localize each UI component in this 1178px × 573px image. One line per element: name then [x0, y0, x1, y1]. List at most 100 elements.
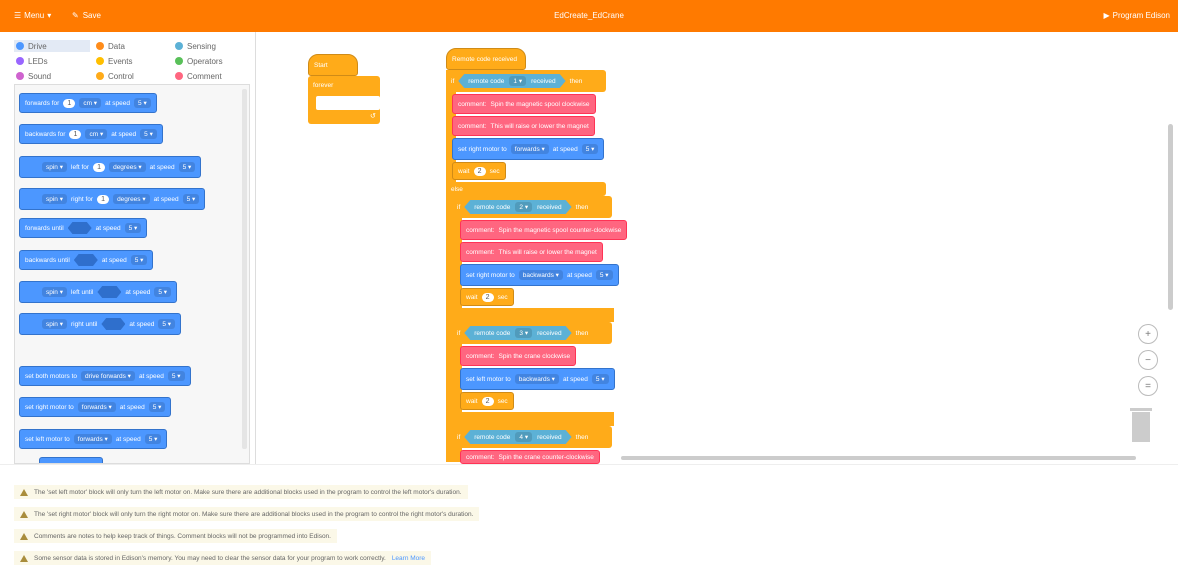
speed-dropdown[interactable]: 5 ▾	[154, 287, 172, 297]
spin-dropdown[interactable]: spin ▾	[42, 287, 68, 297]
speed-dropdown[interactable]: 5 ▾	[595, 270, 613, 280]
speed-dropdown[interactable]: 5 ▾	[130, 255, 148, 265]
spin-dropdown[interactable]: spin ▾	[42, 162, 68, 172]
comment-block[interactable]: comment: Spin the crane counter-clockwis…	[460, 450, 600, 464]
mode-dropdown[interactable]: backwards ▾	[518, 270, 563, 280]
speed-dropdown[interactable]: 5 ▾	[134, 98, 151, 108]
category-sensing[interactable]: Sensing	[173, 40, 218, 52]
set-right-motor-block[interactable]: set right motor to forwards ▾ at speed 5…	[452, 138, 605, 160]
if-block-4[interactable]: if remote code 4 ▾ received then	[452, 426, 612, 448]
degrees-input[interactable]: 1	[97, 194, 110, 204]
block-spin-left-for[interactable]: spin ▾ left for 1 degrees ▾ at speed 5 ▾	[19, 156, 202, 178]
wait-block[interactable]: wait 2 sec	[460, 288, 514, 306]
remote-code-hat-block[interactable]: Remote code received	[446, 48, 526, 70]
wait-input[interactable]: 2	[473, 166, 486, 176]
category-events[interactable]: Events	[94, 55, 134, 67]
mode-dropdown[interactable]: backwards ▾	[514, 374, 559, 384]
block-forwards-until[interactable]: forwards until at speed 5 ▾	[19, 218, 148, 238]
mode-dropdown[interactable]: drive forwards ▾	[81, 371, 135, 381]
category-drive[interactable]: Drive	[14, 40, 90, 52]
spin-dropdown[interactable]: spin ▾	[42, 194, 68, 204]
if-block-1[interactable]: if remote code 1 ▾ received then	[446, 70, 606, 92]
code-dropdown[interactable]: 2 ▾	[515, 202, 532, 212]
degrees-input[interactable]: 1	[93, 162, 106, 172]
unit-dropdown[interactable]: cm ▾	[79, 98, 102, 108]
block-set-right-motor[interactable]: set right motor to forwards ▾ at speed 5…	[19, 397, 172, 417]
remote-code-condition[interactable]: remote code 4 ▾ received	[464, 430, 571, 444]
trash-icon[interactable]	[1130, 408, 1152, 442]
block-set-left-motor[interactable]: set left motor to forwards ▾ at speed 5 …	[19, 429, 168, 449]
start-hat-block[interactable]: Start	[308, 54, 358, 76]
palette-scrollbar[interactable]	[242, 89, 247, 449]
condition-slot[interactable]	[97, 286, 122, 298]
comment-text[interactable]: Spin the crane counter-clockwise	[499, 454, 594, 461]
category-comment[interactable]: Comment	[173, 70, 224, 82]
speed-dropdown[interactable]: 5 ▾	[581, 144, 599, 154]
speed-dropdown[interactable]: 5 ▾	[158, 319, 176, 329]
comment-block[interactable]: comment: Spin the crane clockwise	[460, 346, 577, 366]
workspace[interactable]: Start forever ↺ Remote code received if …	[256, 32, 1178, 464]
speed-dropdown[interactable]: 5 ▾	[144, 434, 162, 444]
distance-input[interactable]: 1	[63, 98, 76, 108]
block-set-both-motors[interactable]: set both motors to drive forwards ▾ at s…	[19, 366, 191, 386]
unit-dropdown[interactable]: degrees ▾	[109, 162, 146, 172]
comment-block[interactable]: comment: This will raise or lower the ma…	[452, 116, 595, 136]
unit-dropdown[interactable]: cm ▾	[85, 129, 108, 139]
comment-block[interactable]: comment: This will raise or lower the ma…	[460, 242, 603, 262]
learn-more-link[interactable]: Learn More	[392, 555, 425, 562]
category-control[interactable]: Control	[94, 70, 136, 82]
condition-slot[interactable]	[67, 222, 92, 234]
block-forwards-for[interactable]: forwards for 1 cm ▾ at speed 5 ▾	[19, 93, 157, 113]
mode-dropdown[interactable]: forwards ▾	[77, 402, 116, 412]
speed-dropdown[interactable]: 5 ▾	[182, 194, 200, 204]
comment-text[interactable]: Spin the crane clockwise	[499, 353, 571, 360]
code-dropdown[interactable]: 4 ▾	[515, 432, 532, 442]
mode-dropdown[interactable]: forwards ▾	[73, 434, 112, 444]
block-spin-right-for[interactable]: spin ▾ right for 1 degrees ▾ at speed 5 …	[19, 188, 206, 210]
condition-slot[interactable]	[73, 254, 98, 266]
block-spin-right-until[interactable]: spin ▾ right until at speed 5 ▾	[19, 313, 182, 335]
comment-text[interactable]: Spin the magnetic spool counter-clockwis…	[499, 227, 622, 234]
wait-block[interactable]: wait 2 sec	[460, 392, 514, 410]
code-dropdown[interactable]: 1 ▾	[509, 76, 526, 86]
set-left-motor-block[interactable]: set left motor to backwards ▾ at speed 5…	[460, 368, 615, 390]
zoom-in-icon[interactable]: +	[1138, 324, 1158, 344]
category-sound[interactable]: Sound	[14, 70, 53, 82]
mode-dropdown[interactable]: forwards ▾	[510, 144, 549, 154]
comment-text[interactable]: This will raise or lower the magnet	[491, 123, 589, 130]
remote-code-condition[interactable]: remote code 1 ▾ received	[458, 74, 565, 88]
speed-dropdown[interactable]: 5 ▾	[167, 371, 185, 381]
if-block-3[interactable]: if remote code 3 ▾ received then	[452, 322, 612, 344]
block-backwards-for[interactable]: backwards for 1 cm ▾ at speed 5 ▾	[19, 124, 163, 144]
condition-slot[interactable]	[101, 318, 126, 330]
speed-dropdown[interactable]: 5 ▾	[178, 162, 196, 172]
workspace-horizontal-scrollbar[interactable]	[621, 456, 1136, 460]
speed-dropdown[interactable]: 5 ▾	[124, 223, 142, 233]
category-operators[interactable]: Operators	[173, 55, 225, 67]
unit-dropdown[interactable]: degrees ▾	[113, 194, 150, 204]
comment-block[interactable]: comment: Spin the magnetic spool clockwi…	[452, 94, 596, 114]
comment-block[interactable]: comment: Spin the magnetic spool counter…	[460, 220, 628, 240]
spin-dropdown[interactable]: spin ▾	[42, 319, 68, 329]
zoom-reset-icon[interactable]: =	[1138, 376, 1158, 396]
if-block-2[interactable]: if remote code 2 ▾ received then	[452, 196, 612, 218]
comment-text[interactable]: This will raise or lower the magnet	[499, 249, 597, 256]
program-edison-button[interactable]: ▶ Program Edison	[1103, 11, 1170, 20]
set-right-motor-block[interactable]: set right motor to backwards ▾ at speed …	[460, 264, 619, 286]
distance-input[interactable]: 1	[69, 129, 82, 139]
wait-input[interactable]: 2	[481, 292, 494, 302]
wait-block[interactable]: wait 2 sec	[452, 162, 506, 180]
zoom-out-icon[interactable]: −	[1138, 350, 1158, 370]
workspace-vertical-scrollbar[interactable]	[1168, 124, 1173, 310]
block-spin-left-until[interactable]: spin ▾ left until at speed 5 ▾	[19, 281, 178, 303]
remote-code-condition[interactable]: remote code 3 ▾ received	[464, 326, 571, 340]
category-leds[interactable]: LEDs	[14, 55, 50, 67]
category-data[interactable]: Data	[94, 40, 127, 52]
code-dropdown[interactable]: 3 ▾	[515, 328, 532, 338]
speed-dropdown[interactable]: 5 ▾	[148, 402, 166, 412]
remote-code-condition[interactable]: remote code 2 ▾ received	[464, 200, 571, 214]
wait-input[interactable]: 2	[481, 396, 494, 406]
block-partial[interactable]	[39, 457, 103, 463]
block-backwards-until[interactable]: backwards until at speed 5 ▾	[19, 250, 154, 270]
speed-dropdown[interactable]: 5 ▾	[591, 374, 609, 384]
